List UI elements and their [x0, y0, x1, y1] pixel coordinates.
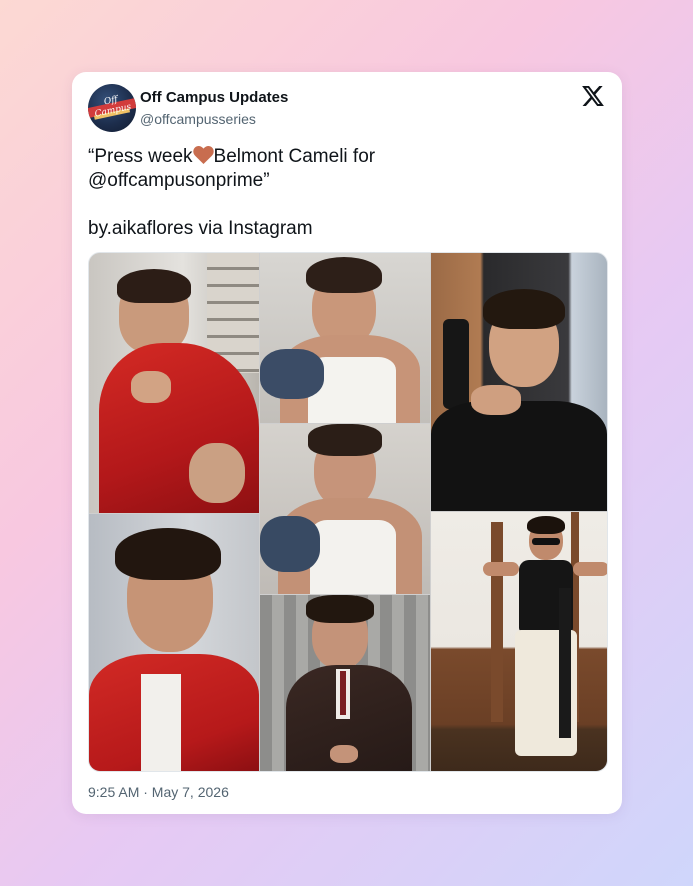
- heart-icon: [192, 146, 214, 164]
- tweet-timestamp[interactable]: 9:25 AM · May 7, 2026: [88, 784, 229, 800]
- photo-brown-suit[interactable]: [260, 595, 430, 771]
- tweet-credit: by.aikaflores via Instagram: [88, 218, 313, 239]
- x-logo-icon[interactable]: [582, 86, 604, 106]
- tweet-text-part2: Belmont Cameli for: [213, 146, 376, 167]
- photo-black-tee-pose[interactable]: [431, 253, 607, 511]
- photo-red-jacket-portrait[interactable]: [89, 514, 259, 771]
- display-name[interactable]: Off Campus Updates: [140, 89, 288, 106]
- avatar-logo-text: Off Campus: [93, 94, 133, 120]
- tweet-text: “Press week Belmont Cameli for @offcampus…: [88, 145, 598, 193]
- photo-white-tank-looking-down[interactable]: [260, 424, 430, 594]
- tweet-mention[interactable]: @offcampusonprime”: [88, 170, 270, 191]
- user-handle[interactable]: @offcampusseries: [140, 111, 256, 127]
- photo-white-tank-smiling[interactable]: [260, 253, 430, 423]
- media-grid[interactable]: [88, 252, 608, 772]
- photo-red-jacket-pointing[interactable]: [89, 253, 259, 513]
- photo-flexing-sunglasses[interactable]: [431, 512, 607, 771]
- tweet-card[interactable]: Off Campus Off Campus Updates @offcampus…: [72, 72, 622, 814]
- tweet-text-part1: “Press week: [88, 146, 193, 167]
- avatar[interactable]: Off Campus: [88, 84, 136, 132]
